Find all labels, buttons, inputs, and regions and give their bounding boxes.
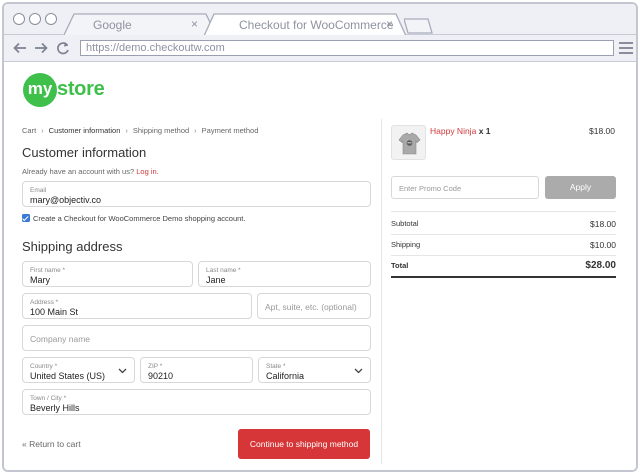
create-account-label: Create a Checkout for WooCommerce Demo s… (33, 214, 246, 223)
summary-divider (391, 211, 616, 212)
last-name-field[interactable]: Last name * Jane (198, 261, 371, 287)
total-label: Total (391, 261, 409, 270)
email-value: mary@objectiv.co (30, 195, 101, 205)
promo-code-placeholder: Enter Promo Code (399, 184, 462, 193)
last-name-value: Jane (206, 275, 226, 285)
first-name-field[interactable]: First name * Mary (22, 261, 193, 287)
window-maximize-dot[interactable] (45, 13, 57, 25)
breadcrumb-payment-method: Payment method (201, 126, 259, 135)
city-value: Beverly Hills (30, 403, 80, 413)
checkout-page: my store Cart › Customer information › Shipp… (4, 63, 636, 470)
product-thumbnail (391, 125, 426, 160)
window-minimize-dot[interactable] (29, 13, 41, 25)
login-prompt: Already have an account with us? Log in. (22, 167, 159, 176)
tab-title: Checkout for WooCommerce (239, 18, 394, 32)
subtotal-row: Subtotal $18.00 (391, 219, 616, 239)
login-link[interactable]: Log in. (136, 167, 159, 176)
breadcrumb-separator: › (194, 126, 197, 135)
breadcrumb-cart[interactable]: Cart (22, 126, 36, 135)
logo-text: store (57, 78, 105, 100)
first-name-value: Mary (30, 275, 50, 285)
reload-icon[interactable] (55, 40, 71, 56)
total-row: Total $28.00 (391, 260, 616, 281)
browser-window: Google × Checkout for WooCommerce × http… (2, 2, 638, 472)
total-underline (391, 276, 616, 278)
breadcrumb: Cart › Customer information › Shipping metho… (22, 126, 258, 135)
chevron-down-icon (354, 368, 363, 374)
shipping-address-heading: Shipping address (22, 239, 123, 254)
create-account-checkbox[interactable] (22, 214, 30, 222)
subtotal-label: Subtotal (391, 219, 419, 228)
product-link[interactable]: Happy Ninja (430, 126, 476, 136)
breadcrumb-separator: › (41, 126, 44, 135)
window-close-dot[interactable] (13, 13, 25, 25)
apartment-field[interactable]: Apt, suite, etc. (optional) (257, 293, 371, 319)
last-name-label: Last name * (206, 267, 241, 274)
address-field[interactable]: Address * 100 Main St (22, 293, 252, 319)
apply-promo-button[interactable]: Apply (545, 176, 616, 199)
product-quantity: x 1 (478, 126, 491, 136)
summary-divider (391, 255, 616, 256)
summary-divider (391, 234, 616, 235)
shipping-row: Shipping $10.00 (391, 240, 616, 260)
chevron-down-icon (118, 368, 127, 374)
tshirt-icon (398, 132, 421, 155)
city-field[interactable]: Town / City * Beverly Hills (22, 389, 371, 415)
tab-title: Google (93, 18, 132, 32)
breadcrumb-shipping-method: Shipping method (132, 126, 190, 135)
promo-code-input[interactable]: Enter Promo Code (391, 176, 539, 199)
total-value: $28.00 (585, 260, 616, 271)
apartment-placeholder: Apt, suite, etc. (optional) (265, 302, 357, 312)
login-prompt-text: Already have an account with us? (22, 167, 135, 176)
customer-info-heading: Customer information (22, 145, 147, 160)
shipping-value: $10.00 (590, 240, 616, 250)
zip-label: ZIP * (148, 363, 163, 370)
tab-checkout[interactable]: Checkout for WooCommerce × (204, 13, 406, 36)
close-icon[interactable]: × (191, 17, 198, 31)
city-label: Town / City * (30, 395, 67, 402)
logo-circle: my (23, 73, 57, 107)
create-account-option[interactable]: Create a Checkout for WooCommerce Demo s… (22, 214, 245, 223)
email-field[interactable]: Email mary@objectiv.co (22, 181, 371, 207)
country-select[interactable]: Country * United States (US) (22, 357, 135, 383)
company-placeholder: Company name (30, 334, 91, 344)
address-toolbar: https://demo.checkoutw.com (4, 35, 636, 62)
menu-icon[interactable] (619, 42, 633, 54)
url-text: https://demo.checkoutw.com (86, 42, 225, 54)
url-bar[interactable]: https://demo.checkoutw.com (80, 40, 614, 56)
zip-field[interactable]: ZIP * 90210 (140, 357, 253, 383)
return-to-cart-link[interactable]: « Return to cart (22, 439, 81, 449)
product-name: Happy Ninja x 1 (430, 126, 491, 136)
forward-arrow-icon[interactable] (33, 40, 49, 56)
breadcrumb-customer-information: Customer information (48, 126, 121, 135)
email-label: Email (30, 187, 47, 194)
continue-to-shipping-button[interactable]: Continue to shipping method (238, 429, 370, 459)
address-value: 100 Main St (30, 307, 79, 317)
close-icon[interactable]: × (386, 17, 393, 31)
zip-value: 90210 (148, 371, 174, 381)
product-price: $18.00 (589, 126, 615, 136)
first-name-label: First name * (30, 267, 66, 274)
new-tab-icon (404, 18, 433, 34)
country-label: Country * (30, 363, 58, 370)
country-value: United States (US) (30, 371, 106, 381)
tab-bar: Google × Checkout for WooCommerce × (4, 4, 636, 36)
state-select[interactable]: State * California (258, 357, 371, 383)
tab-google[interactable]: Google × (64, 13, 216, 35)
state-label: State * (266, 363, 286, 370)
shipping-label: Shipping (391, 240, 421, 249)
back-arrow-icon[interactable] (12, 40, 28, 56)
address-label: Address * (30, 299, 59, 306)
new-tab-button[interactable] (404, 13, 434, 35)
subtotal-value: $18.00 (590, 219, 616, 229)
column-divider (381, 119, 382, 464)
company-field[interactable]: Company name (22, 325, 371, 351)
breadcrumb-separator: › (125, 126, 128, 135)
state-value: California (266, 371, 305, 381)
